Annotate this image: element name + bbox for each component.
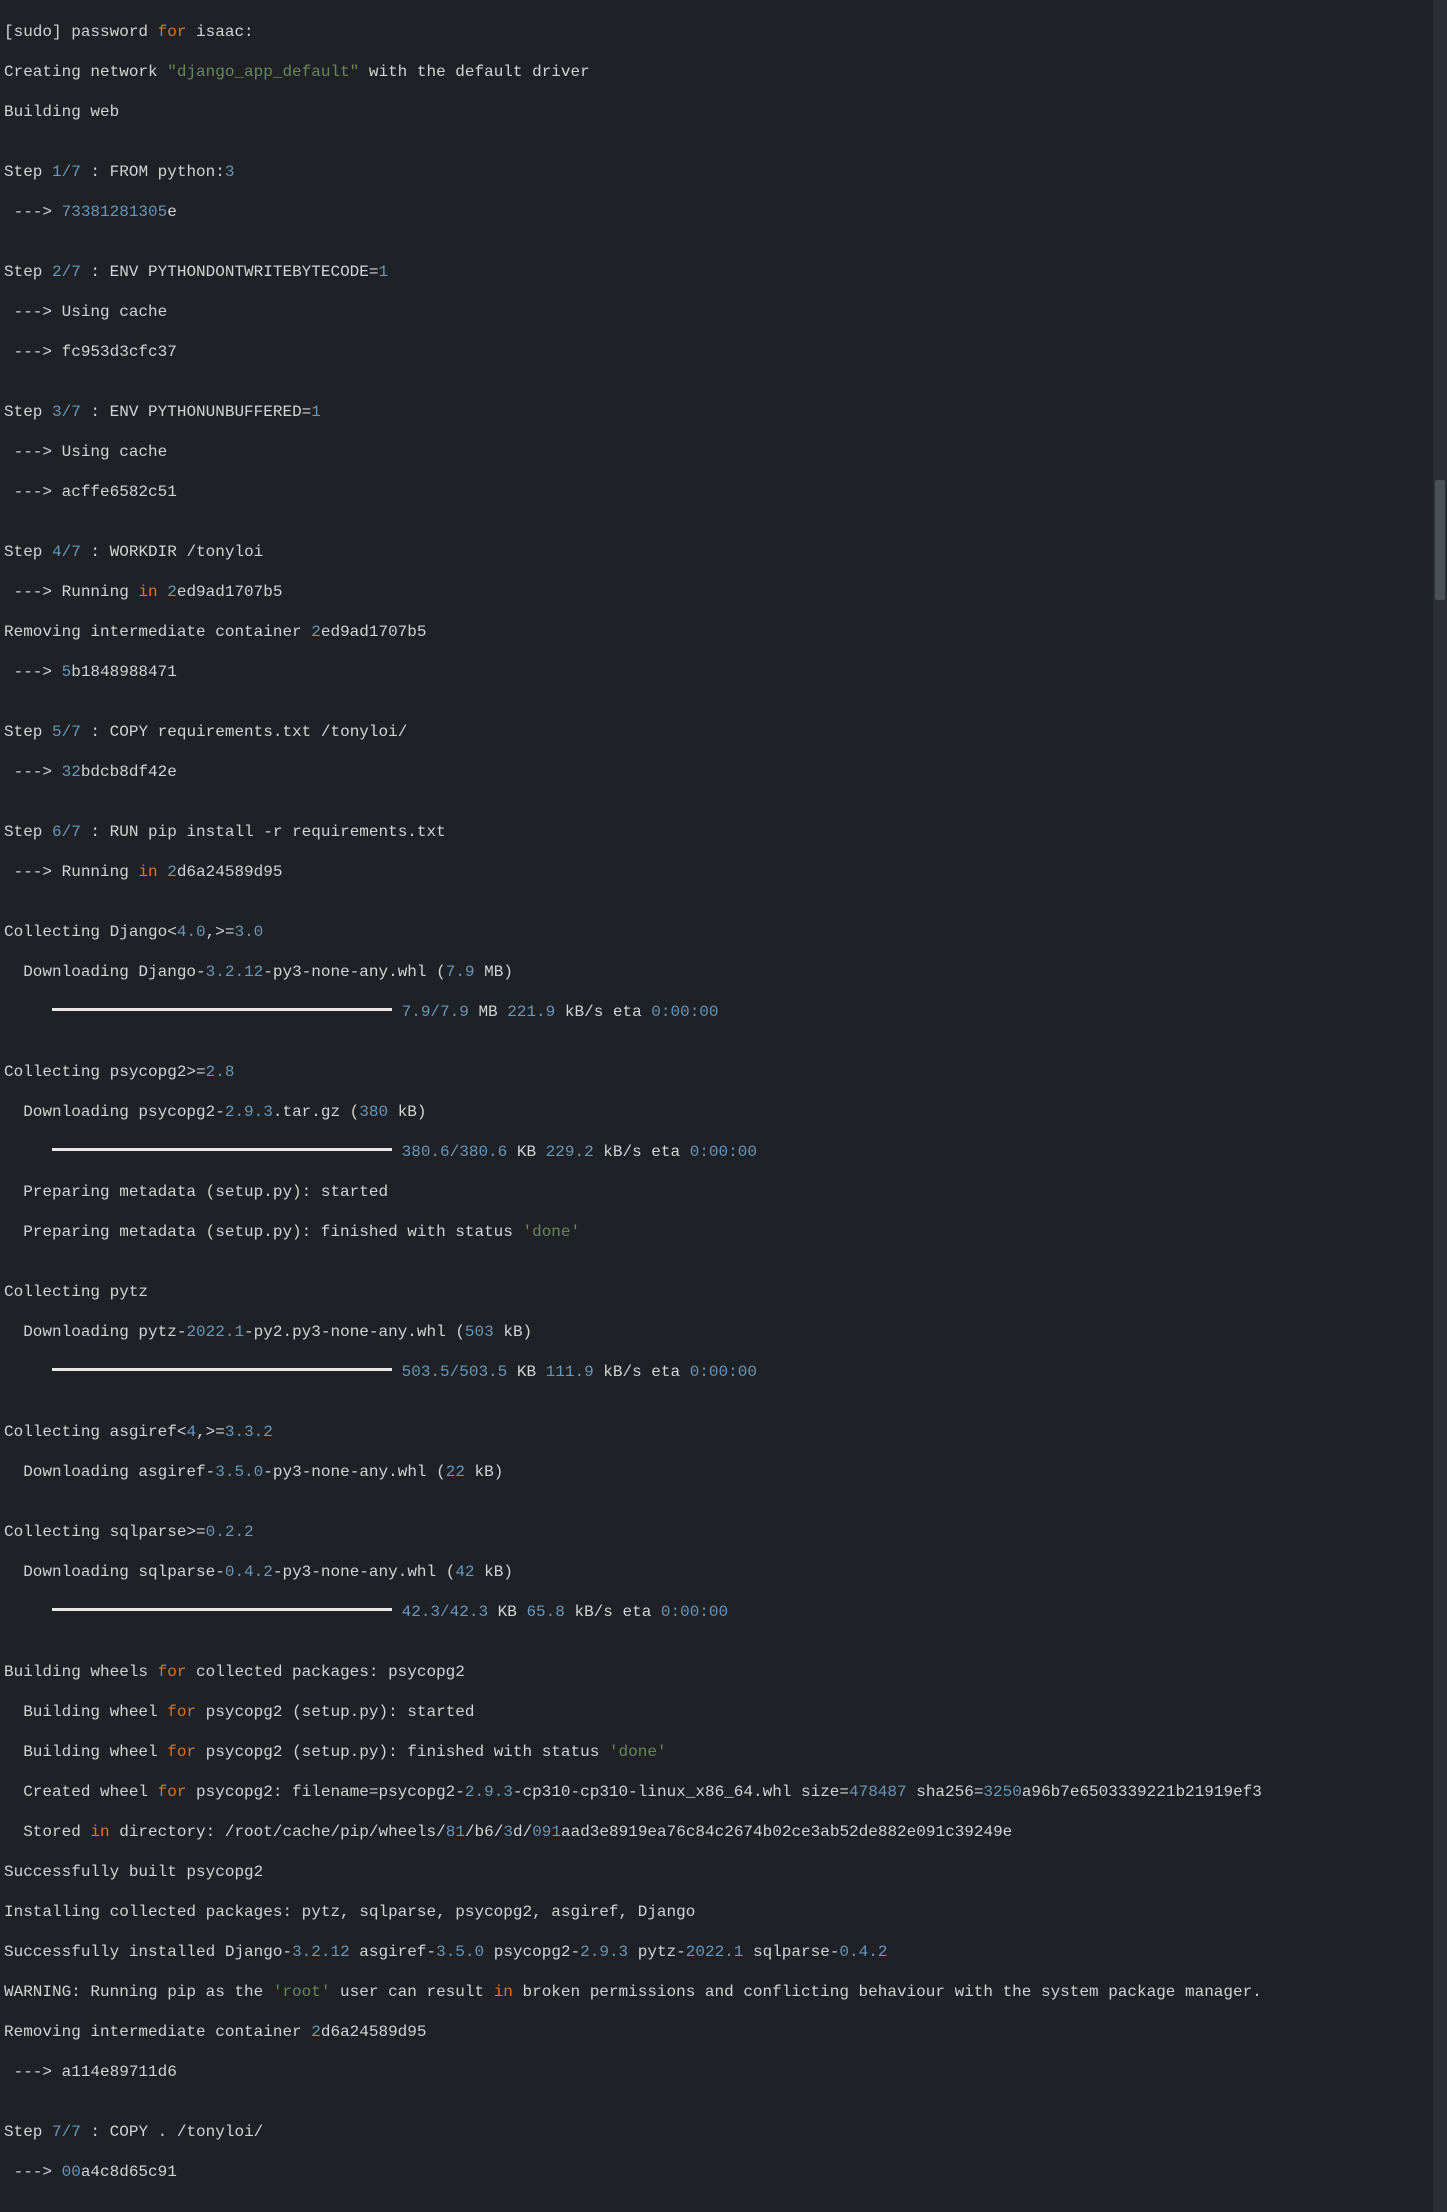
line-step3-hash: ---> acffe6582c51 <box>4 482 1443 502</box>
line-dl-django: Downloading Django-3.2.12-py3-none-any.w… <box>4 962 1443 982</box>
line-step3-cache: ---> Using cache <box>4 442 1443 462</box>
line-step6: Step 6/7 : RUN pip install -r requiremen… <box>4 822 1443 842</box>
line-removing-container: Removing intermediate container 2d6a2458… <box>4 2022 1443 2042</box>
line-dl-pytz: Downloading pytz-2022.1-py2.py3-none-any… <box>4 1322 1443 1342</box>
line-step7-hash: ---> 00a4c8d65c91 <box>4 2162 1443 2182</box>
line-meta2: Preparing metadata (setup.py): finished … <box>4 1222 1443 1242</box>
line-dl-sqlparse: Downloading sqlparse-0.4.2-py3-none-any.… <box>4 1562 1443 1582</box>
scrollbar-vertical[interactable] <box>1433 0 1447 2212</box>
line-prog-django: 7.9/7.9 MB 221.9 kB/s eta 0:00:00 <box>4 1002 1443 1022</box>
line-wheel-done: Building wheel for psycopg2 (setup.py): … <box>4 1742 1443 1762</box>
line-step4: Step 4/7 : WORKDIR /tonyloi <box>4 542 1443 562</box>
progress-bar <box>52 1608 392 1611</box>
line-step4-hash: ---> 5b1848988471 <box>4 662 1443 682</box>
progress-bar <box>52 1368 392 1371</box>
line-wheel-created: Created wheel for psycopg2: filename=psy… <box>4 1782 1443 1802</box>
line-hash-a114: ---> a114e89711d6 <box>4 2062 1443 2082</box>
line-collect-pytz: Collecting pytz <box>4 1282 1443 1302</box>
line-dl-asgiref: Downloading asgiref-3.5.0-py3-none-any.w… <box>4 1462 1443 1482</box>
line-installing: Installing collected packages: pytz, sql… <box>4 1902 1443 1922</box>
line-wheel-started: Building wheel for psycopg2 (setup.py): … <box>4 1702 1443 1722</box>
line-prog-psycopg2: 380.6/380.6 KB 229.2 kB/s eta 0:00:00 <box>4 1142 1443 1162</box>
line-sudo: [sudo] password for isaac: <box>4 22 1443 42</box>
terminal-output[interactable]: [sudo] password for isaac: Creating netw… <box>0 0 1447 2212</box>
line-step1-hash: ---> 73381281305e <box>4 202 1443 222</box>
progress-bar <box>52 1008 392 1011</box>
line-collect-sqlparse: Collecting sqlparse>=0.2.2 <box>4 1522 1443 1542</box>
line-warning: WARNING: Running pip as the 'root' user … <box>4 1982 1443 2002</box>
line-collect-django: Collecting Django<4.0,>=3.0 <box>4 922 1443 942</box>
line-step5-hash: ---> 32bdcb8df42e <box>4 762 1443 782</box>
line-step5: Step 5/7 : COPY requirements.txt /tonylo… <box>4 722 1443 742</box>
line-step2: Step 2/7 : ENV PYTHONDONTWRITEBYTECODE=1 <box>4 262 1443 282</box>
line-step3: Step 3/7 : ENV PYTHONUNBUFFERED=1 <box>4 402 1443 422</box>
line-step1: Step 1/7 : FROM python:3 <box>4 162 1443 182</box>
line-building: Building web <box>4 102 1443 122</box>
scrollbar-thumb[interactable] <box>1435 480 1445 600</box>
line-step7: Step 7/7 : COPY . /tonyloi/ <box>4 2122 1443 2142</box>
line-wheel-stored: Stored in directory: /root/cache/pip/whe… <box>4 1822 1443 1842</box>
line-step4-running: ---> Running in 2ed9ad1707b5 <box>4 582 1443 602</box>
progress-bar <box>52 1148 392 1151</box>
line-dl-psycopg2: Downloading psycopg2-2.9.3.tar.gz (380 k… <box>4 1102 1443 1122</box>
line-prog-pytz: 503.5/503.5 KB 111.9 kB/s eta 0:00:00 <box>4 1362 1443 1382</box>
line-built: Successfully built psycopg2 <box>4 1862 1443 1882</box>
line-step2-hash: ---> fc953d3cfc37 <box>4 342 1443 362</box>
line-step2-cache: ---> Using cache <box>4 302 1443 322</box>
line-creating-network: Creating network "django_app_default" wi… <box>4 62 1443 82</box>
line-collect-psycopg2: Collecting psycopg2>=2.8 <box>4 1062 1443 1082</box>
line-prog-sqlparse: 42.3/42.3 KB 65.8 kB/s eta 0:00:00 <box>4 1602 1443 1622</box>
line-step4-removing: Removing intermediate container 2ed9ad17… <box>4 622 1443 642</box>
line-meta1: Preparing metadata (setup.py): started <box>4 1182 1443 1202</box>
line-step6-running: ---> Running in 2d6a24589d95 <box>4 862 1443 882</box>
line-success-install: Successfully installed Django-3.2.12 asg… <box>4 1942 1443 1962</box>
line-collect-asgiref: Collecting asgiref<4,>=3.3.2 <box>4 1422 1443 1442</box>
line-wheels-header: Building wheels for collected packages: … <box>4 1662 1443 1682</box>
